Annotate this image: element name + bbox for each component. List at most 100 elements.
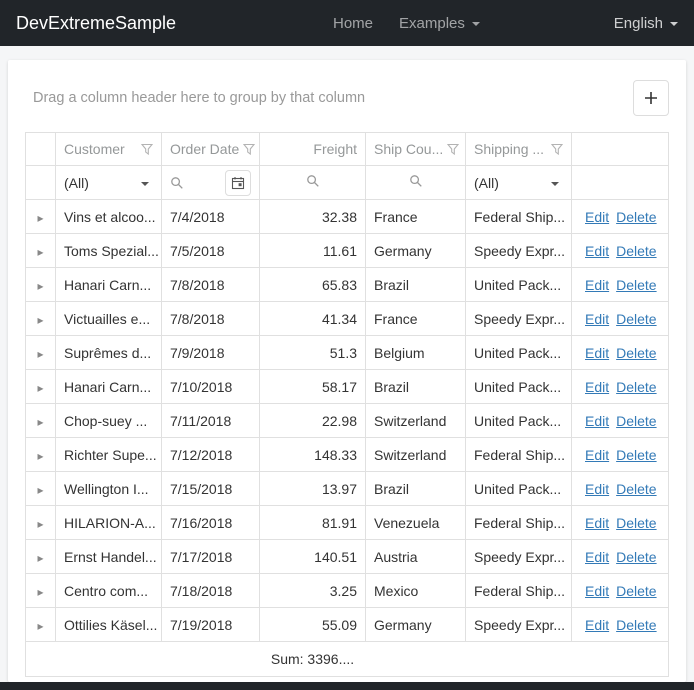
delete-link[interactable]: Delete [616, 515, 656, 531]
delete-link[interactable]: Delete [616, 379, 656, 395]
cell-ship-country: Austria [366, 540, 466, 574]
cell-customer: HILARION-A... [56, 506, 162, 540]
data-grid: Customer Order Date [25, 132, 669, 677]
delete-link[interactable]: Delete [616, 243, 656, 259]
filter-shipping-select[interactable]: (All) [466, 166, 572, 200]
column-header-order-date[interactable]: Order Date [162, 133, 260, 166]
table-row: ▸Suprêmes d...7/9/201851.3BelgiumUnited … [26, 336, 669, 370]
edit-link[interactable]: Edit [585, 617, 609, 633]
summary-row: Sum: 3396.... [26, 642, 669, 677]
edit-link[interactable]: Edit [585, 209, 609, 225]
nav-examples-label: Examples [399, 15, 465, 32]
column-header-label: Shipping ... [474, 141, 544, 157]
expand-row-icon[interactable]: ▸ [37, 211, 43, 225]
brand[interactable]: DevExtremeSample [16, 13, 176, 34]
column-header-freight[interactable]: Freight [260, 133, 366, 166]
edit-link[interactable]: Edit [585, 243, 609, 259]
delete-link[interactable]: Delete [616, 447, 656, 463]
edit-link[interactable]: Edit [585, 447, 609, 463]
cell-customer: Ottilies Käsel... [56, 608, 162, 642]
table-row: ▸Centro com...7/18/20183.25MexicoFederal… [26, 574, 669, 608]
expand-row-icon[interactable]: ▸ [37, 551, 43, 565]
filter-order-date-input[interactable] [162, 166, 260, 200]
nav-examples-dropdown[interactable]: Examples [399, 15, 480, 32]
delete-link[interactable]: Delete [616, 549, 656, 565]
cell-ship-country: Mexico [366, 574, 466, 608]
cell-ship-country: France [366, 302, 466, 336]
expand-row-icon[interactable]: ▸ [37, 415, 43, 429]
cell-customer: Richter Supe... [56, 438, 162, 472]
column-header-shipping[interactable]: Shipping ... [466, 133, 572, 166]
header-filter-icon[interactable] [137, 143, 153, 155]
cell-order-date: 7/10/2018 [162, 370, 260, 404]
cell-freight: 51.3 [260, 336, 366, 370]
filter-customer-value: (All) [64, 175, 89, 191]
table-row: ▸Victuailles e...7/8/201841.34FranceSpee… [26, 302, 669, 336]
cell-shipping: United Pack... [466, 268, 572, 302]
delete-link[interactable]: Delete [616, 481, 656, 497]
chevron-down-icon[interactable] [551, 182, 559, 186]
calendar-icon[interactable] [225, 170, 251, 196]
cell-shipping: United Pack... [466, 472, 572, 506]
group-panel[interactable]: Drag a column header here to group by th… [25, 90, 365, 106]
edit-link[interactable]: Edit [585, 515, 609, 531]
edit-link[interactable]: Edit [585, 379, 609, 395]
expand-row-icon[interactable]: ▸ [37, 279, 43, 293]
table-row: ▸Hanari Carn...7/10/201858.17BrazilUnite… [26, 370, 669, 404]
edit-link[interactable]: Edit [585, 277, 609, 293]
nav-home[interactable]: Home [333, 15, 373, 32]
expand-row-icon[interactable]: ▸ [37, 381, 43, 395]
expand-row-icon[interactable]: ▸ [37, 483, 43, 497]
cell-freight: 140.51 [260, 540, 366, 574]
edit-link[interactable]: Edit [585, 549, 609, 565]
edit-link[interactable]: Edit [585, 311, 609, 327]
edit-link[interactable]: Edit [585, 345, 609, 361]
delete-link[interactable]: Delete [616, 413, 656, 429]
table-row: ▸Richter Supe...7/12/2018148.33Switzerla… [26, 438, 669, 472]
column-header-ship-country[interactable]: Ship Cou... [366, 133, 466, 166]
chevron-down-icon[interactable] [141, 182, 149, 186]
expand-row-icon[interactable]: ▸ [37, 517, 43, 531]
delete-link[interactable]: Delete [616, 583, 656, 599]
table-row: ▸Ottilies Käsel...7/19/201855.09GermanyS… [26, 608, 669, 642]
edit-link[interactable]: Edit [585, 583, 609, 599]
cell-shipping: United Pack... [466, 404, 572, 438]
delete-link[interactable]: Delete [616, 277, 656, 293]
expand-row-icon[interactable]: ▸ [37, 313, 43, 327]
delete-link[interactable]: Delete [616, 209, 656, 225]
table-row: ▸Wellington I...7/15/201813.97BrazilUnit… [26, 472, 669, 506]
cell-order-date: 7/8/2018 [162, 302, 260, 336]
edit-link[interactable]: Edit [585, 413, 609, 429]
cell-customer: Ernst Handel... [56, 540, 162, 574]
grid-card: Drag a column header here to group by th… [8, 60, 686, 682]
filter-cell-empty [572, 166, 669, 200]
expand-row-icon[interactable]: ▸ [37, 245, 43, 259]
language-dropdown[interactable]: English [614, 15, 678, 32]
header-filter-icon[interactable] [239, 143, 255, 155]
add-row-button[interactable] [633, 80, 669, 116]
expand-row-icon[interactable]: ▸ [37, 619, 43, 633]
cell-customer: Toms Spezial... [56, 234, 162, 268]
header-filter-icon[interactable] [443, 143, 459, 155]
delete-link[interactable]: Delete [616, 311, 656, 327]
grid-body: ▸Vins et alcoo...7/4/201832.38FranceFede… [26, 200, 669, 642]
expand-row-icon[interactable]: ▸ [37, 347, 43, 361]
cell-ship-country: Switzerland [366, 404, 466, 438]
cell-freight: 22.98 [260, 404, 366, 438]
delete-link[interactable]: Delete [616, 345, 656, 361]
filter-customer-select[interactable]: (All) [56, 166, 162, 200]
expand-row-icon[interactable]: ▸ [37, 449, 43, 463]
page-content: Drag a column header here to group by th… [0, 46, 694, 682]
header-filter-icon[interactable] [547, 143, 563, 155]
expand-column-header [26, 133, 56, 166]
page-footer [0, 682, 694, 690]
column-header-customer[interactable]: Customer [56, 133, 162, 166]
nav-home-label: Home [333, 15, 373, 32]
filter-freight-input[interactable] [260, 166, 366, 200]
filter-ship-country-input[interactable] [366, 166, 466, 200]
cell-customer: Vins et alcoo... [56, 200, 162, 234]
edit-link[interactable]: Edit [585, 481, 609, 497]
column-header-label: Freight [313, 141, 357, 157]
delete-link[interactable]: Delete [616, 617, 656, 633]
expand-row-icon[interactable]: ▸ [37, 585, 43, 599]
